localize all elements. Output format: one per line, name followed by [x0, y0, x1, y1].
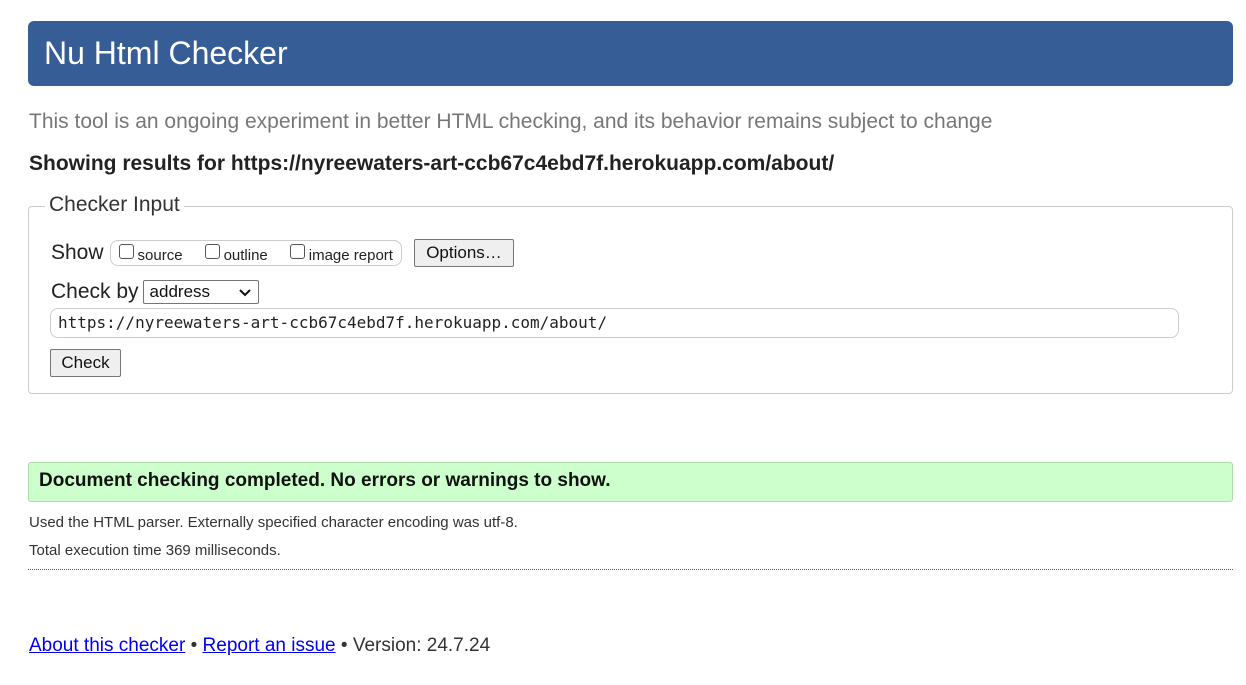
show-options-group: source outline image report — [109, 240, 402, 266]
about-checker-link[interactable]: About this checker — [29, 635, 185, 656]
image-report-checkbox-label[interactable]: image report — [309, 247, 393, 264]
version-text: Version: 24.7.24 — [352, 635, 491, 656]
source-checkbox-label[interactable]: source — [138, 247, 183, 264]
results-heading: Showing results for https://nyreewaters-… — [29, 152, 835, 175]
show-source-option[interactable]: source — [118, 243, 183, 264]
parser-info: Used the HTML parser. Externally specifi… — [29, 514, 518, 531]
success-message: Document checking completed. No errors o… — [28, 462, 1233, 502]
header-bar: Nu Html Checker — [28, 21, 1233, 86]
check-by-select[interactable]: address — [142, 280, 259, 304]
checker-input-legend: Checker Input — [45, 193, 184, 217]
page: Nu Html Checker This tool is an ongoing … — [0, 0, 1246, 685]
show-image-report-option[interactable]: image report — [289, 243, 393, 264]
outline-checkbox-label[interactable]: outline — [224, 247, 268, 264]
checker-input-fieldset: Checker Input Show source outline image … — [28, 193, 1233, 394]
show-row: Show source outline image report Options… — [51, 238, 514, 268]
divider — [28, 569, 1233, 570]
check-by-row: Check by address — [51, 279, 259, 305]
check-by-label: Check by — [51, 280, 139, 303]
outline-checkbox[interactable] — [204, 243, 220, 259]
page-title: Nu Html Checker — [44, 35, 288, 71]
check-button[interactable]: Check — [50, 349, 121, 377]
url-input[interactable]: https://nyreewaters-art-ccb67c4ebd7f.her… — [50, 308, 1179, 338]
footer-separator-1: • — [190, 635, 198, 656]
footer: About this checker • Report an issue • V… — [29, 635, 490, 657]
chevron-down-icon — [238, 289, 251, 297]
show-outline-option[interactable]: outline — [204, 243, 268, 264]
check-by-selected-value: address — [149, 282, 211, 301]
source-checkbox[interactable] — [118, 243, 134, 259]
tagline: This tool is an ongoing experiment in be… — [29, 110, 993, 133]
report-issue-link[interactable]: Report an issue — [203, 635, 336, 656]
show-label: Show — [51, 241, 104, 264]
execution-time: Total execution time 369 milliseconds. — [29, 542, 281, 559]
footer-separator-2: • — [340, 635, 348, 656]
options-button[interactable]: Options… — [413, 239, 514, 267]
image-report-checkbox[interactable] — [289, 243, 305, 259]
